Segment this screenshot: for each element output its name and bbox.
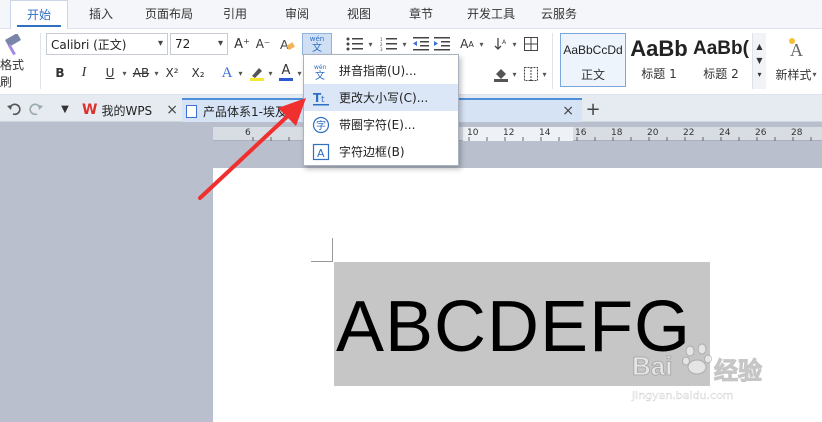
annotation-arrow-icon [198, 98, 306, 200]
